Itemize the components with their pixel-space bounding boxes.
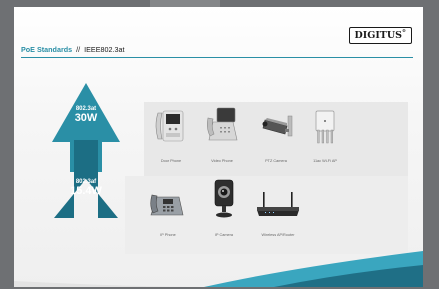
tier-power: 15.4W: [70, 185, 102, 197]
device-label-wireless-router: Wireless AP/Router: [261, 233, 295, 237]
ip-camera-icon: [213, 178, 235, 220]
wifi-ap-icon: [313, 109, 337, 145]
device-label-wifi-ap: 11ac Wi-Fi AP: [313, 159, 337, 163]
device-label-ip-phone: IP Phone: [160, 233, 176, 237]
device-label-ip-camera: IP Camera: [214, 233, 234, 237]
device-label-door-phone: Door Phone: [160, 159, 182, 163]
power-arrows: [52, 83, 120, 218]
wireless-router-icon: [255, 192, 301, 218]
device-label-video-phone: Video Phone: [211, 159, 233, 163]
device-label-ptz-camera: PTZ Camera: [265, 159, 287, 163]
video-phone-icon: [206, 106, 240, 142]
decorative-wave: [14, 251, 423, 287]
ip-phone-icon: [149, 185, 187, 219]
tier-label-802-3at: 802.3at 30W: [66, 106, 106, 124]
door-phone-icon: [152, 107, 186, 145]
ptz-camera-icon: [261, 114, 295, 142]
slide: PoE Standards // IEEE802.3at DIGITUS® 80…: [14, 7, 423, 287]
tier-power: 30W: [74, 112, 98, 124]
tier-label-802-3af: 802.3af 15.4W: [62, 179, 110, 197]
